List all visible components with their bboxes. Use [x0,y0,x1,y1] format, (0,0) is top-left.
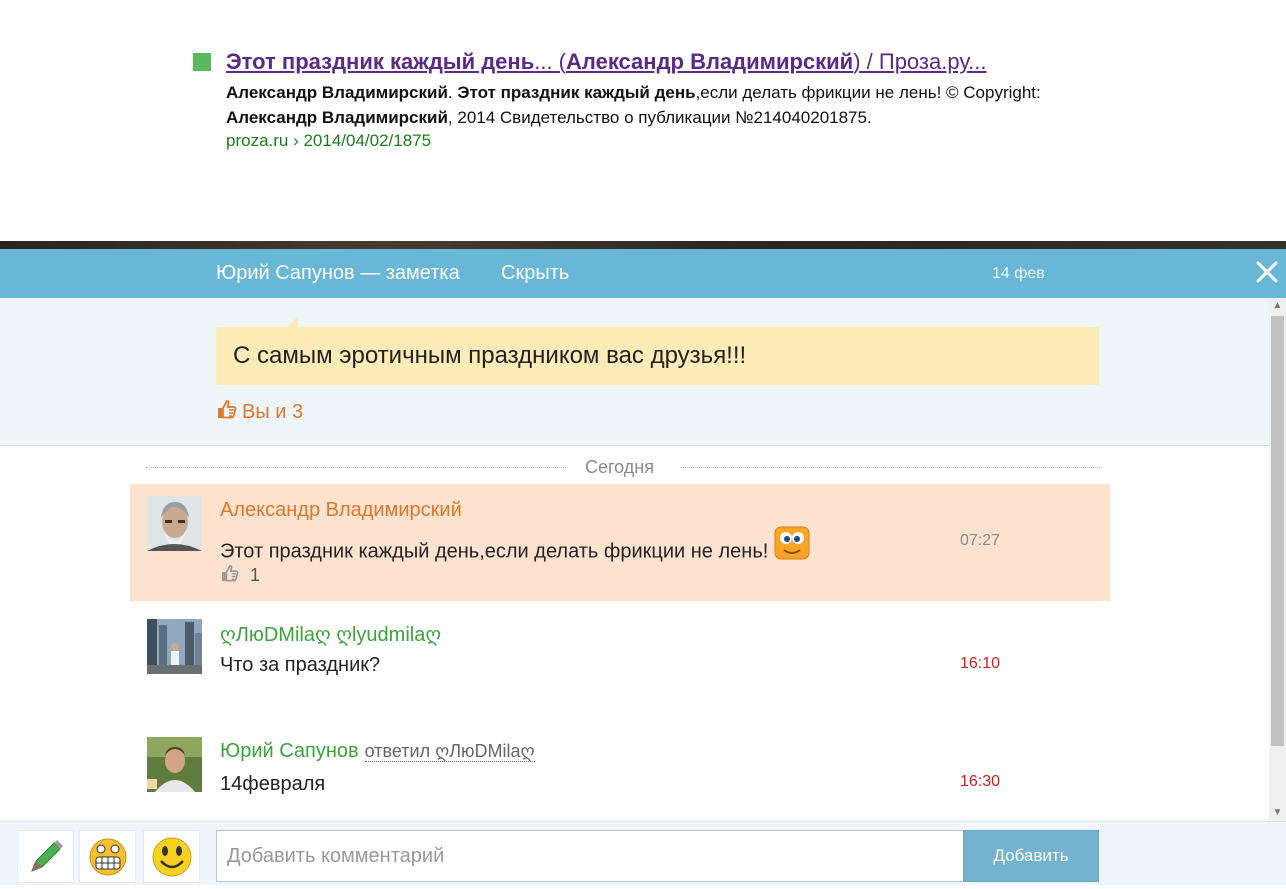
comment-text: Что за праздник? [220,654,381,676]
avatar[interactable] [147,619,202,674]
comments-list: Сегодня Александр Владимирский Этот праз… [0,447,1269,821]
comment-text: Этот праздник каждый день,если делать фр… [220,526,810,572]
comment-like-button[interactable]: 1 [220,564,260,587]
title-part: ) / Проза.ру... [853,49,987,74]
comment-item: Юрий Сапунов ответил ღЛюDМilaღ 14февраля … [130,725,1110,821]
snippet-part: Александр Владимирский [226,83,448,102]
divider-line-left [146,467,566,468]
avatar[interactable] [147,496,202,551]
thumbs-up-icon [216,399,238,425]
note-post: С самым эротичным праздником вас друзья!… [0,298,1269,446]
add-comment-button[interactable]: Добавить [963,830,1099,882]
comment-time: 16:10 [960,655,1001,672]
comment-item: Александр Владимирский Этот праздник каж… [130,484,1110,601]
result-url[interactable]: proza.ru › 2014/04/02/1875 [226,131,431,151]
scroll-thumb[interactable] [1271,316,1284,746]
title-part: Этот праздник каждый день [226,49,535,74]
divider-line-right [680,467,1100,468]
pencil-icon [31,840,63,872]
thumbs-up-icon [220,564,240,587]
date-divider: Сегодня [585,457,654,477]
comment-item: ღЛюDМilaღ ღlyudmilaღ Что за праздник? 16… [130,607,1110,717]
note-text: С самым эротичным праздником вас друзья!… [233,342,747,369]
grin-icon [89,838,127,876]
note-date: 14 фев [992,265,1045,282]
comment-time: 16:30 [960,773,1001,790]
comment-footer: Добавить [0,821,1286,885]
emoticons-button[interactable] [79,830,136,883]
comment-author-link[interactable]: ღЛюDМilaღ ღlyudmilaღ [220,622,441,647]
note-bubble: С самым эротичным праздником вас друзья!… [216,327,1099,385]
post-likes[interactable]: Вы и 3 [216,399,303,425]
avatar[interactable] [147,737,202,792]
comment-text-body: Этот праздник каждый день,если делать фр… [220,540,769,563]
close-icon[interactable] [1252,257,1282,287]
title-part: ... ( [534,49,567,74]
scroll-up-arrow[interactable]: ▲ [1269,298,1286,314]
comment-text: 14февраля [220,773,326,795]
snippet-part: Этот праздник каждый день [457,83,696,102]
snippet-part: , 2014 Свидетельство о публикации №21404… [447,108,872,127]
comment-author-link[interactable]: Александр Владимирский [220,499,462,522]
like-count: 1 [250,565,261,585]
comment-time: 07:27 [960,532,1001,549]
result-title-link[interactable]: Этот праздник каждый день... (Александр … [226,49,986,75]
snippet-part: . [447,83,458,102]
title-part: Александр Владимирский [566,49,854,74]
smile-icon [152,837,192,877]
smile-button[interactable] [143,830,200,883]
result-favicon [193,53,211,71]
likes-label: Вы и 3 [242,400,304,423]
hide-button[interactable]: Скрыть [501,262,569,285]
comment-author-link[interactable]: Юрий Сапунов [220,740,359,762]
note-author-link[interactable]: Юрий Сапунов — заметка [216,262,460,285]
scrollbar[interactable]: ▲ ▼ [1269,298,1286,821]
pencil-button[interactable] [17,830,74,883]
search-result: Этот праздник каждый день... (Александр … [0,0,1286,241]
background-strip [0,241,1286,249]
scroll-down-arrow[interactable]: ▼ [1269,805,1286,821]
smiley-face-icon [774,526,810,566]
note-header: Юрий Сапунов — заметка Скрыть 14 фев [0,249,1286,298]
comment-author-row: Юрий Сапунов ответил ღЛюDМilaღ [220,740,535,763]
snippet-part: ,если делать фрикции не лень! © Copyrigh… [695,83,1041,102]
snippet-part: Александр Владимирский [226,108,448,127]
reply-to-link[interactable]: ответил ღЛюDМilaღ [364,741,535,762]
comment-input[interactable] [216,830,964,882]
result-snippet: Александр Владимирский. Этот праздник ка… [226,80,1076,130]
